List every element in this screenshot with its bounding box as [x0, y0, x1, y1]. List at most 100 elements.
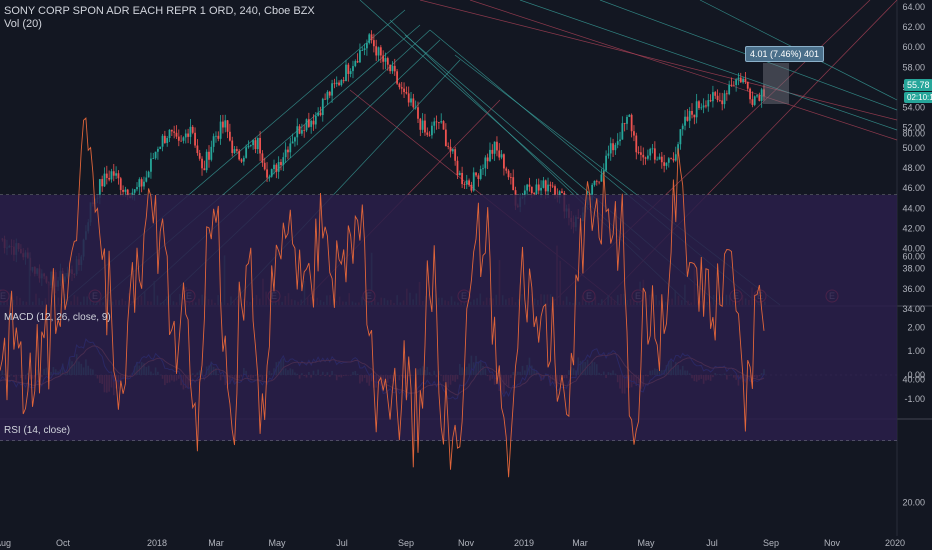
x-tick-label: May: [637, 538, 655, 548]
price-tick-label: 64.00: [902, 2, 925, 12]
candle-body: [544, 180, 547, 192]
candle-body: [282, 157, 285, 165]
candle-body: [484, 157, 487, 169]
candle-body: [150, 158, 152, 172]
candle-body: [628, 114, 631, 117]
candle-body: [595, 180, 598, 182]
candle-body: [136, 187, 138, 190]
candle-body: [614, 144, 617, 151]
candle-body: [215, 135, 217, 137]
candle-body: [468, 180, 470, 185]
rsi-title: RSI (14, close): [4, 425, 70, 436]
candle-body: [180, 140, 183, 142]
candle-body: [398, 83, 401, 88]
candle-body: [705, 105, 707, 107]
candle-body: [621, 123, 624, 140]
candle-body: [630, 114, 633, 132]
candle-body: [718, 100, 721, 101]
candle-body: [294, 137, 296, 142]
candle-body: [672, 158, 675, 161]
candle-body: [122, 189, 124, 192]
candle-body: [707, 100, 710, 107]
candle-body: [491, 149, 494, 154]
candle-body: [410, 98, 412, 103]
candle-body: [547, 184, 549, 192]
candle-body: [205, 151, 208, 171]
candle-body: [240, 159, 243, 162]
candle-body: [108, 177, 111, 180]
candle-body: [623, 123, 626, 124]
candle-body: [300, 130, 303, 134]
candle-body: [340, 80, 343, 86]
candle-body: [716, 95, 719, 101]
candle-body: [417, 107, 419, 119]
countdown-tag: 02:10:16: [904, 92, 932, 103]
price-tick-label: 38.00: [902, 264, 925, 274]
rsi-tick-label: 20.00: [902, 497, 925, 507]
x-tick-label: Nov: [824, 538, 841, 548]
candle-body: [619, 139, 621, 142]
price-tick-label: 60.00: [902, 42, 925, 52]
candle-body: [361, 50, 364, 51]
candle-body: [345, 64, 347, 82]
candle-body: [331, 83, 333, 96]
candle-body: [528, 184, 531, 187]
candle-body: [280, 162, 282, 165]
candle-body: [463, 184, 466, 185]
chart-canvas[interactable]: Aug Oct 2018 Mar May Jul Sep Nov 2019 Mar May Jul Se…: [0, 0, 932, 550]
candle-body: [266, 169, 268, 178]
candle-body: [368, 34, 371, 43]
candle-body: [756, 95, 758, 97]
candle-body: [728, 84, 731, 95]
candle-body: [479, 169, 482, 179]
candle-body: [261, 153, 264, 163]
candle-body: [275, 164, 278, 172]
candle-body: [166, 138, 169, 143]
candle-body: [254, 140, 257, 150]
candle-body: [187, 133, 189, 137]
candle-body: [319, 112, 322, 116]
candle-body: [147, 171, 150, 178]
price-tick-label: 58.00: [902, 62, 925, 72]
candle-body: [440, 121, 443, 123]
candle-body: [324, 98, 327, 100]
candle-body: [461, 172, 464, 185]
candle-body: [317, 112, 320, 116]
candle-body: [489, 149, 491, 162]
candle-body: [170, 129, 173, 132]
candle-body: [386, 58, 389, 65]
candle-body: [735, 79, 738, 85]
candle-body: [540, 187, 542, 191]
candle-body: [208, 151, 210, 160]
candle-body: [268, 176, 271, 178]
candle-body: [217, 135, 220, 139]
candle-body: [314, 115, 317, 125]
candle-body: [537, 184, 540, 191]
x-tick-label: Oct: [56, 538, 71, 548]
candle-body: [245, 147, 248, 158]
x-tick-label: Nov: [458, 538, 475, 548]
price-tick-label: 62.00: [902, 22, 925, 32]
candle-body: [505, 168, 508, 171]
candle-body: [458, 172, 461, 176]
candle-body: [609, 143, 612, 154]
trend-line-red: [419, 0, 898, 121]
candle-body: [310, 120, 313, 127]
candle-body: [428, 134, 431, 136]
candle-body: [533, 193, 536, 194]
candle-body: [407, 93, 410, 103]
candle-body: [503, 154, 505, 169]
candle-body: [437, 122, 440, 124]
candle-body: [444, 129, 447, 147]
candle-body: [359, 50, 361, 63]
candle-body: [273, 164, 275, 170]
candle-body: [277, 162, 280, 172]
candle-body: [475, 172, 477, 176]
candle-body: [637, 152, 640, 154]
candle-body: [470, 184, 473, 191]
candle-body: [509, 177, 512, 178]
candle-body: [691, 111, 693, 115]
candle-body: [642, 154, 645, 158]
x-tick-label: May: [268, 538, 286, 548]
candle-body: [389, 64, 392, 72]
